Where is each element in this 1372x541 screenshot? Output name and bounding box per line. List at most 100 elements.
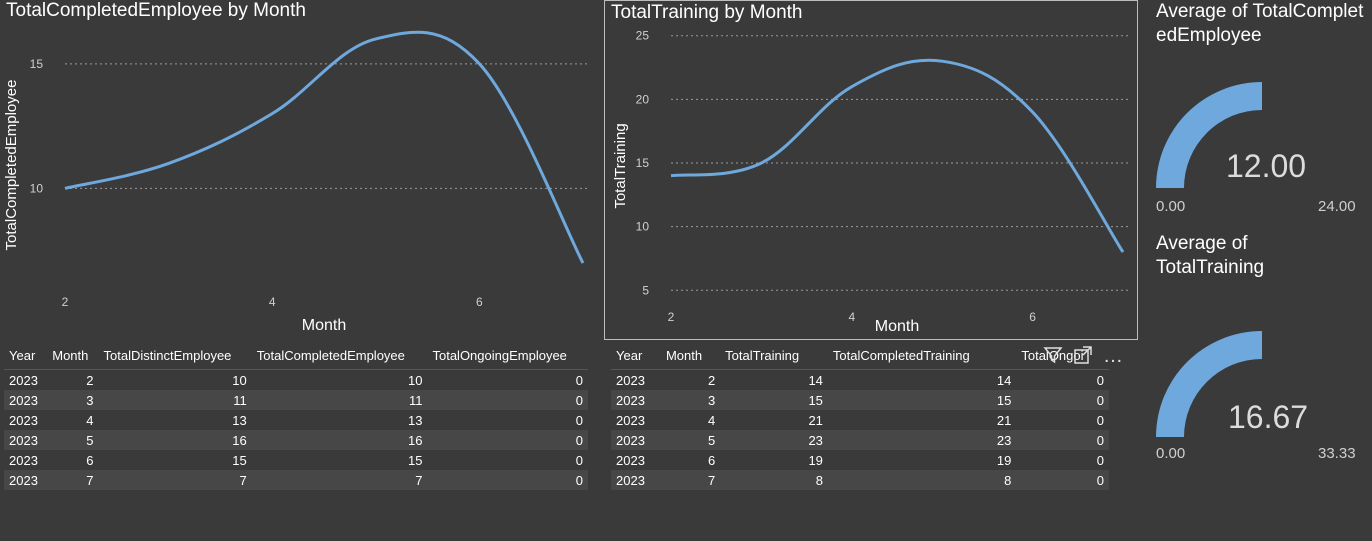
table-cell: 23: [827, 430, 1017, 450]
column-header[interactable]: Month: [47, 341, 99, 370]
column-header[interactable]: TotalOngoingEmployee: [427, 341, 588, 370]
table-cell: 5: [660, 430, 721, 450]
table-row[interactable]: 2023 4 21 21 0: [611, 410, 1109, 430]
table-cell: 2023: [611, 430, 661, 450]
table-cell: 6: [86, 452, 94, 468]
table-cell: 7: [98, 470, 252, 490]
gauge-arc: [1156, 331, 1368, 437]
x-tick-label: 2: [668, 310, 675, 324]
column-header[interactable]: Year: [611, 341, 661, 370]
table-cell: 15: [720, 390, 828, 410]
table-cell: 15: [232, 452, 247, 468]
table-cell: 5: [47, 430, 99, 450]
table-cell: 0: [1096, 412, 1104, 428]
table-cell: 2: [86, 372, 94, 388]
gauge-max: 24.00: [1318, 198, 1356, 215]
chart-total-training[interactable]: TotalTraining by Month 5 10 15 20 25 2 4 6 Month…: [604, 0, 1138, 340]
table-cell: 2023: [616, 372, 645, 388]
gauge-max: 33.33: [1318, 445, 1356, 462]
training-table[interactable]: Year Month TotalTraining TotalCompletedTrai…: [611, 341, 1109, 490]
table-row[interactable]: 2023 6 19 19 0: [611, 450, 1109, 470]
table-cell: 4: [86, 412, 94, 428]
table-cell: 3: [47, 390, 99, 410]
table-cell: 11: [251, 390, 428, 410]
more-options-icon[interactable]: …: [1102, 345, 1124, 367]
table-cell: 6: [707, 452, 716, 468]
table-cell: 2023: [611, 390, 661, 410]
gauge-total-training[interactable]: Average of TotalTraining 16.67 0.00 33.3…: [1150, 232, 1372, 472]
table-cell: 19: [808, 452, 823, 468]
table-row[interactable]: 2023 7 8 8 0: [611, 470, 1109, 490]
focus-mode-icon[interactable]: [1072, 345, 1094, 367]
x-tick-label: 4: [269, 295, 276, 309]
series-line: [670, 58, 1125, 253]
table-cell: 2023: [616, 452, 645, 468]
gauge-min: 0.00: [1156, 445, 1186, 462]
table-row[interactable]: 2023 3 11 11 0: [4, 390, 588, 410]
table-row[interactable]: 2023 3 15 15 0: [611, 390, 1109, 410]
table-cell: 2023: [611, 470, 661, 490]
table-cell: 21: [996, 412, 1012, 428]
y-tick-label: 10: [636, 220, 650, 234]
table-cell: 2023: [9, 372, 38, 388]
y-tick-label: 15: [30, 57, 44, 71]
table-row[interactable]: 2023 5 16 16 0: [4, 430, 588, 450]
table-header-row: Year Month TotalTraining TotalCompletedTrai…: [611, 341, 1109, 370]
table-cell: 23: [720, 430, 828, 450]
table-cell: 4: [707, 412, 716, 428]
table-cell: 0: [427, 470, 588, 490]
table-cell: 2023: [4, 390, 48, 410]
table-cell: 14: [808, 372, 823, 388]
table-cell: 10: [408, 372, 423, 388]
x-tick-label: 6: [1029, 310, 1036, 324]
table-row[interactable]: 2023 2 10 10 0: [4, 370, 588, 391]
y-tick-label: 10: [30, 181, 44, 195]
table-cell: 14: [996, 372, 1012, 388]
table-cell: 2023: [9, 412, 38, 428]
series-line: [64, 30, 585, 264]
table-row[interactable]: 2023 6 15 15 0: [4, 450, 588, 470]
table-row[interactable]: 2023 2 14 14 0: [611, 370, 1109, 391]
table-cell: 0: [1016, 390, 1109, 410]
column-header[interactable]: TotalDistinctEmployee: [98, 341, 252, 370]
column-header[interactable]: Month: [660, 341, 721, 370]
column-header[interactable]: TotalCompletedTraining: [827, 341, 1017, 370]
y-tick-label: 20: [636, 92, 650, 106]
employee-table[interactable]: Year Month TotalDistinctEmployee TotalCompl…: [4, 341, 588, 490]
line-chart-svg: 10 15 2 4 6 Month TotalCompletedEmployee: [3, 30, 589, 334]
table-cell: 3: [660, 390, 721, 410]
table-cell: 10: [232, 372, 247, 388]
chart-completed-employee[interactable]: TotalCompletedEmployee by Month 10 15 2 4 6 M…: [0, 0, 600, 340]
table-cell: 0: [575, 412, 583, 428]
table-row[interactable]: 2023 7 7 7 0: [4, 470, 588, 490]
x-tick-label: 2: [62, 295, 69, 309]
gauge-completed-employee[interactable]: Average of TotalCompletedEmployee 12.00 …: [1150, 0, 1372, 230]
table-row[interactable]: 2023 4 13 13 0: [4, 410, 588, 430]
table-cell: 13: [408, 412, 423, 428]
table-cell: 7: [660, 470, 721, 490]
table-cell: 15: [408, 452, 423, 468]
column-header[interactable]: TotalTraining: [720, 341, 828, 370]
table-cell: 11: [98, 390, 252, 410]
table-cell: 0: [427, 430, 588, 450]
table-cell: 0: [1096, 452, 1104, 468]
table-row[interactable]: 2023 5 23 23 0: [611, 430, 1109, 450]
table-cell: 2023: [9, 452, 38, 468]
gauge-value: 16.67: [1228, 399, 1309, 435]
table-cell: 2023: [616, 412, 645, 428]
table-cell: 7: [47, 470, 99, 490]
table-header-row: Year Month TotalDistinctEmployee TotalCompl…: [4, 341, 588, 370]
x-axis-label: Month: [875, 318, 919, 335]
filter-icon[interactable]: [1042, 345, 1064, 367]
gauge-min: 0.00: [1156, 198, 1186, 215]
line-chart-svg: 5 10 15 20 25 2 4 6 Month TotalTraining: [612, 29, 1129, 335]
table-cell: 0: [575, 452, 583, 468]
column-header[interactable]: TotalCompletedEmployee: [251, 341, 428, 370]
column-header[interactable]: Year: [4, 341, 48, 370]
x-tick-label: 6: [476, 295, 483, 309]
visual-toolbar: …: [1042, 345, 1124, 367]
table-cell: 15: [827, 390, 1017, 410]
table-cell: 0: [1096, 372, 1104, 388]
table-cell: 19: [996, 452, 1012, 468]
table-cell: 8: [720, 470, 828, 490]
